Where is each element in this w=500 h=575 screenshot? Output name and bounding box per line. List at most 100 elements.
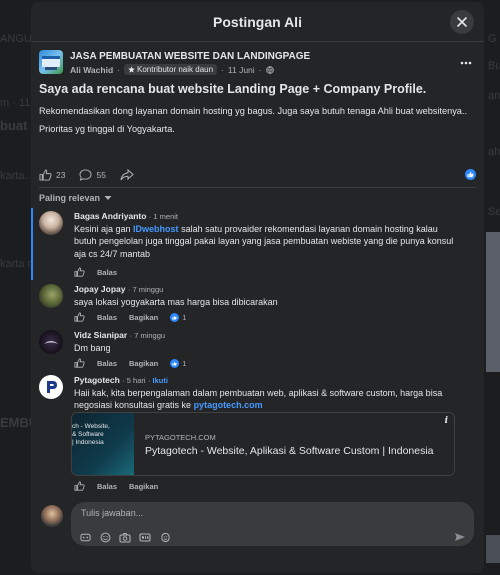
- share-icon: [120, 169, 134, 181]
- like-count: 23: [56, 170, 66, 180]
- author-name[interactable]: Jopay Jopay: [74, 284, 126, 294]
- background-text: ah: [488, 146, 500, 158]
- comment-text: Dm bang: [74, 343, 111, 353]
- comment-sort-dropdown[interactable]: Paling relevan: [39, 193, 112, 203]
- reaction-like-badge[interactable]: [465, 169, 476, 180]
- author-name[interactable]: Bagas Andriyanto: [74, 211, 146, 221]
- comment-actions: Balas Bagikan 1: [74, 358, 186, 368]
- share-button[interactable]: Bagikan: [129, 359, 158, 368]
- comment-author[interactable]: Pytagotech · 5 hari · Ikuti: [74, 375, 168, 385]
- avatar[interactable]: [39, 330, 63, 354]
- avatar[interactable]: [39, 211, 63, 235]
- background-text: karta..: [0, 170, 31, 182]
- sticker-icon[interactable]: [79, 531, 91, 543]
- reaction-bar: 23 55: [39, 168, 476, 182]
- post-header: JASA PEMBUATAN WEBSITE DAN LANDINGPAGE A…: [39, 48, 476, 78]
- post-dialog: Postingan Ali JASA PEMBUATAN WEBSITE DAN…: [31, 2, 484, 573]
- share-button[interactable]: Bagikan: [129, 313, 158, 322]
- post-date[interactable]: 11 Juni: [228, 65, 255, 75]
- link-preview-card[interactable]: ch - Website, & Software | Indonesia PYT…: [71, 412, 455, 476]
- comment-actions: Balas: [74, 267, 117, 277]
- like-icon[interactable]: [74, 358, 85, 368]
- like-icon[interactable]: [74, 312, 85, 322]
- send-icon[interactable]: [454, 531, 466, 543]
- comment-author[interactable]: Vidz Sianipar · 7 minggu: [74, 330, 165, 340]
- like-icon: [170, 312, 180, 322]
- comment-author[interactable]: Jopay Jopay · 7 minggu: [74, 284, 163, 294]
- close-icon: [457, 17, 467, 27]
- reply-input[interactable]: [71, 502, 371, 524]
- close-button[interactable]: [450, 10, 474, 34]
- comment-count: 55: [96, 170, 106, 180]
- more-icon: [460, 61, 472, 65]
- avatar-sticker-icon[interactable]: [159, 531, 171, 543]
- link-title: Pytagotech - Website, Aplikasi & Softwar…: [145, 445, 434, 457]
- reply-composer: [71, 502, 474, 546]
- reply-button[interactable]: Balas: [97, 313, 117, 322]
- website-link[interactable]: pytagotech.com: [194, 400, 263, 410]
- post-body: Rekomendasikan dong layanan domain hosti…: [39, 105, 469, 141]
- comment-time[interactable]: 5 hari: [127, 376, 146, 385]
- comment-icon: [79, 169, 92, 181]
- comment-like-count[interactable]: 1: [170, 312, 186, 322]
- follow-button[interactable]: Ikuti: [153, 376, 168, 385]
- author-name[interactable]: Ali Wachid: [70, 65, 113, 75]
- comment-time[interactable]: 7 minggu: [132, 285, 163, 294]
- comment-item: Jopay Jopay · 7 minggu saya lokasi yogya…: [39, 284, 476, 324]
- post-title: Saya ada rencana buat website Landing Pa…: [39, 82, 427, 96]
- dialog-header: Postingan Ali: [31, 2, 484, 42]
- divider: [39, 187, 476, 188]
- comment-text-part: Kesini aja gan: [74, 224, 134, 234]
- background-text: G: [488, 33, 497, 45]
- background-text: Sem: [488, 206, 500, 218]
- mention-link[interactable]: IDwebhost: [133, 224, 179, 234]
- share-action[interactable]: [120, 169, 134, 181]
- like-count: 1: [182, 358, 187, 368]
- chevron-down-icon: [104, 196, 112, 200]
- info-icon[interactable]: i: [445, 416, 448, 426]
- avatar[interactable]: [39, 375, 63, 399]
- comment-time[interactable]: 7 minggu: [134, 331, 165, 340]
- share-button[interactable]: Bagikan: [129, 482, 158, 491]
- like-icon: [170, 358, 180, 368]
- dialog-title: Postingan Ali: [213, 14, 302, 30]
- like-icon[interactable]: [74, 481, 85, 491]
- thumbnail-line: & Software: [72, 431, 104, 438]
- separator: ·: [258, 64, 262, 75]
- contributor-badge: Kontributor naik daun: [123, 64, 218, 75]
- author-name[interactable]: Vidz Sianipar: [74, 330, 127, 340]
- more-options-button[interactable]: [460, 54, 472, 68]
- link-domain: PYTAGOTECH.COM: [145, 433, 216, 442]
- comment-actions: Balas Bagikan: [74, 481, 158, 491]
- comment-actions: Balas Bagikan 1: [74, 312, 186, 322]
- comment-text: Kesini aja gan IDwebhost salah satu prov…: [74, 223, 454, 260]
- avatar[interactable]: [39, 284, 63, 308]
- comment-time[interactable]: 1 menit: [153, 212, 178, 221]
- group-name[interactable]: JASA PEMBUATAN WEBSITE DAN LANDINGPAGE: [70, 51, 310, 62]
- author-name[interactable]: Pytagotech: [74, 375, 120, 385]
- star-icon: [128, 66, 135, 73]
- reply-button[interactable]: Balas: [97, 359, 117, 368]
- comment-like-count[interactable]: 1: [170, 358, 187, 368]
- thumbnail-line: | Indonesia: [72, 439, 104, 446]
- like-action[interactable]: 23: [39, 169, 65, 181]
- reply-button[interactable]: Balas: [97, 268, 117, 277]
- comment-text: saya lokasi yogyakarta mas harga bisa di…: [74, 297, 278, 307]
- background-text: Bu: [488, 60, 500, 72]
- active-thread-indicator: [31, 208, 33, 280]
- reply-button[interactable]: Balas: [97, 482, 117, 491]
- comment-action[interactable]: 55: [79, 169, 106, 181]
- separator: ·: [117, 64, 120, 75]
- group-avatar[interactable]: [39, 50, 63, 74]
- background-text: m · 11: [0, 97, 31, 109]
- post-meta: Ali Wachid · Kontributor naik daun · 11 …: [70, 64, 274, 75]
- emoji-icon[interactable]: [99, 531, 111, 543]
- comment-author[interactable]: Bagas Andriyanto · 1 menit: [74, 211, 178, 221]
- like-icon: [467, 171, 474, 178]
- gif-icon[interactable]: [139, 531, 151, 543]
- thumbnail-line: ch - Website,: [72, 423, 110, 430]
- globe-icon: [265, 65, 274, 74]
- like-icon[interactable]: [74, 267, 85, 277]
- camera-icon[interactable]: [119, 531, 131, 543]
- post-paragraph: Rekomendasikan dong layanan domain hosti…: [39, 106, 468, 116]
